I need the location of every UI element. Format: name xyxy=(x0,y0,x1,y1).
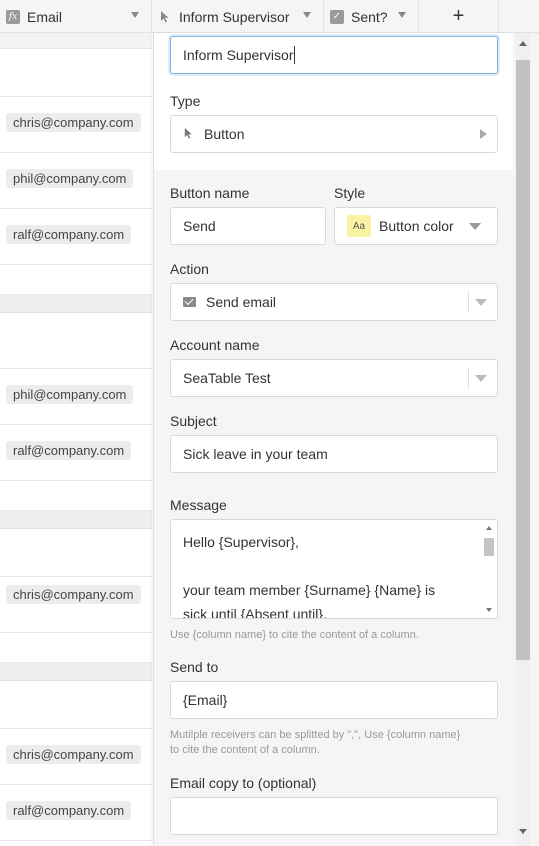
column-header-email[interactable]: fx Email xyxy=(0,0,152,33)
account-name-value: SeaTable Test xyxy=(183,370,271,386)
table-row[interactable]: chris@company.com xyxy=(0,97,152,153)
email-cell[interactable]: ralf@company.com xyxy=(6,441,132,460)
type-select[interactable]: Button xyxy=(170,115,498,153)
chevron-down-icon[interactable] xyxy=(398,12,406,18)
send-to-label: Send to xyxy=(170,659,219,675)
chevron-right-icon xyxy=(480,129,487,139)
group-separator xyxy=(0,663,152,681)
email-copy-input[interactable] xyxy=(170,797,498,835)
scroll-up-icon[interactable] xyxy=(519,41,527,46)
formula-icon: fx xyxy=(6,9,20,24)
table-row[interactable] xyxy=(0,313,152,369)
email-cell[interactable]: phil@company.com xyxy=(6,385,134,404)
chevron-down-icon xyxy=(475,375,487,382)
table-row[interactable] xyxy=(0,265,152,295)
mail-icon xyxy=(183,297,196,307)
chevron-down-icon xyxy=(469,223,481,230)
table-row[interactable]: phil@company.com xyxy=(0,369,152,425)
scroll-down-icon[interactable] xyxy=(519,829,527,834)
text-caret xyxy=(294,46,296,64)
subject-value: Sick leave in your team xyxy=(183,446,328,462)
column-header-label: Inform Supervisor xyxy=(179,8,290,25)
column-name-value: Inform Supervisor xyxy=(183,47,294,63)
column-name-input[interactable]: Inform Supervisor xyxy=(170,36,498,74)
email-cell[interactable]: chris@company.com xyxy=(6,113,141,132)
button-name-input[interactable]: Send xyxy=(170,207,326,245)
grid-rows: chris@company.com phil@company.com ralf@… xyxy=(0,33,152,841)
table-row[interactable]: chris@company.com xyxy=(0,729,152,785)
table-row[interactable] xyxy=(0,681,152,729)
table-row[interactable]: ralf@company.com xyxy=(0,425,152,481)
message-textarea[interactable]: Hello {Supervisor}, your team member {Su… xyxy=(170,519,498,619)
table-row[interactable]: ralf@company.com xyxy=(0,209,152,265)
chevron-down-icon xyxy=(475,299,487,306)
table-row[interactable] xyxy=(0,529,152,577)
email-cell[interactable]: chris@company.com xyxy=(6,745,141,764)
plus-icon: + xyxy=(452,5,465,27)
scroll-up-icon[interactable] xyxy=(486,526,492,530)
type-label: Type xyxy=(170,93,201,109)
group-separator xyxy=(0,511,152,529)
action-value: Send email xyxy=(206,294,277,310)
scroll-down-icon[interactable] xyxy=(486,608,492,612)
email-cell[interactable]: phil@company.com xyxy=(6,169,134,188)
table-row[interactable] xyxy=(0,49,152,97)
column-header-inform-supervisor[interactable]: Inform Supervisor xyxy=(152,0,324,33)
account-name-select[interactable]: SeaTable Test xyxy=(170,359,498,397)
style-value: Button color xyxy=(379,218,454,234)
chevron-down-icon[interactable] xyxy=(131,12,139,18)
button-name-label: Button name xyxy=(170,185,250,201)
cursor-icon xyxy=(183,127,194,142)
account-name-label: Account name xyxy=(170,337,260,353)
checkbox-icon: ✓ xyxy=(330,9,344,24)
message-line: Hello {Supervisor}, xyxy=(183,534,299,550)
panel-scrollbar[interactable] xyxy=(513,33,539,846)
action-select[interactable]: Send email xyxy=(170,283,498,321)
select-divider xyxy=(468,292,469,312)
send-to-hint-line-1: Mutilple receivers can be splitted by ",… xyxy=(170,729,461,741)
style-badge: Aa xyxy=(347,215,371,237)
action-label: Action xyxy=(170,261,209,277)
group-header xyxy=(0,33,152,49)
style-label: Style xyxy=(334,185,366,201)
message-scrollbar[interactable] xyxy=(483,522,495,616)
message-line: sick until {Absent until}. xyxy=(183,606,327,619)
send-to-hint-line-2: to cite the content of a column. xyxy=(170,744,320,756)
style-select[interactable]: Aa Button color xyxy=(334,207,498,245)
scrollbar-thumb[interactable] xyxy=(516,60,530,660)
subject-label: Subject xyxy=(170,413,217,429)
column-header-label: Sent? xyxy=(351,8,388,25)
grid-header: fx Email Inform Supervisor ✓ Sent? + xyxy=(0,0,539,33)
button-name-value: Send xyxy=(183,218,216,234)
scroll-thumb[interactable] xyxy=(484,538,494,556)
send-to-value: {Email} xyxy=(183,692,228,708)
type-value: Button xyxy=(204,126,245,142)
table-row[interactable] xyxy=(0,633,152,663)
column-settings-panel: Inform Supervisor Type Button Button nam… xyxy=(153,33,513,846)
message-line xyxy=(183,554,473,578)
message-line: your team member {Surname} {Name} is xyxy=(183,582,436,598)
subject-input[interactable]: Sick leave in your team xyxy=(170,435,498,473)
email-cell[interactable]: ralf@company.com xyxy=(6,801,132,820)
chevron-down-icon[interactable] xyxy=(303,12,311,18)
column-header-label: Email xyxy=(27,8,63,25)
select-divider xyxy=(468,368,469,388)
table-row[interactable]: phil@company.com xyxy=(0,153,152,209)
add-column-button[interactable]: + xyxy=(419,0,499,33)
table-row[interactable]: chris@company.com xyxy=(0,577,152,633)
column-header-sent[interactable]: ✓ Sent? xyxy=(324,0,419,33)
group-separator xyxy=(0,295,152,313)
message-hint: Use {column name} to cite the content of… xyxy=(170,629,419,641)
email-copy-label: Email copy to (optional) xyxy=(170,775,317,791)
cursor-icon xyxy=(158,10,172,24)
table-row[interactable]: ralf@company.com xyxy=(0,785,152,841)
message-label: Message xyxy=(170,497,227,513)
send-to-input[interactable]: {Email} xyxy=(170,681,498,719)
email-cell[interactable]: chris@company.com xyxy=(6,585,141,604)
table-row[interactable] xyxy=(0,481,152,511)
email-cell[interactable]: ralf@company.com xyxy=(6,225,132,244)
